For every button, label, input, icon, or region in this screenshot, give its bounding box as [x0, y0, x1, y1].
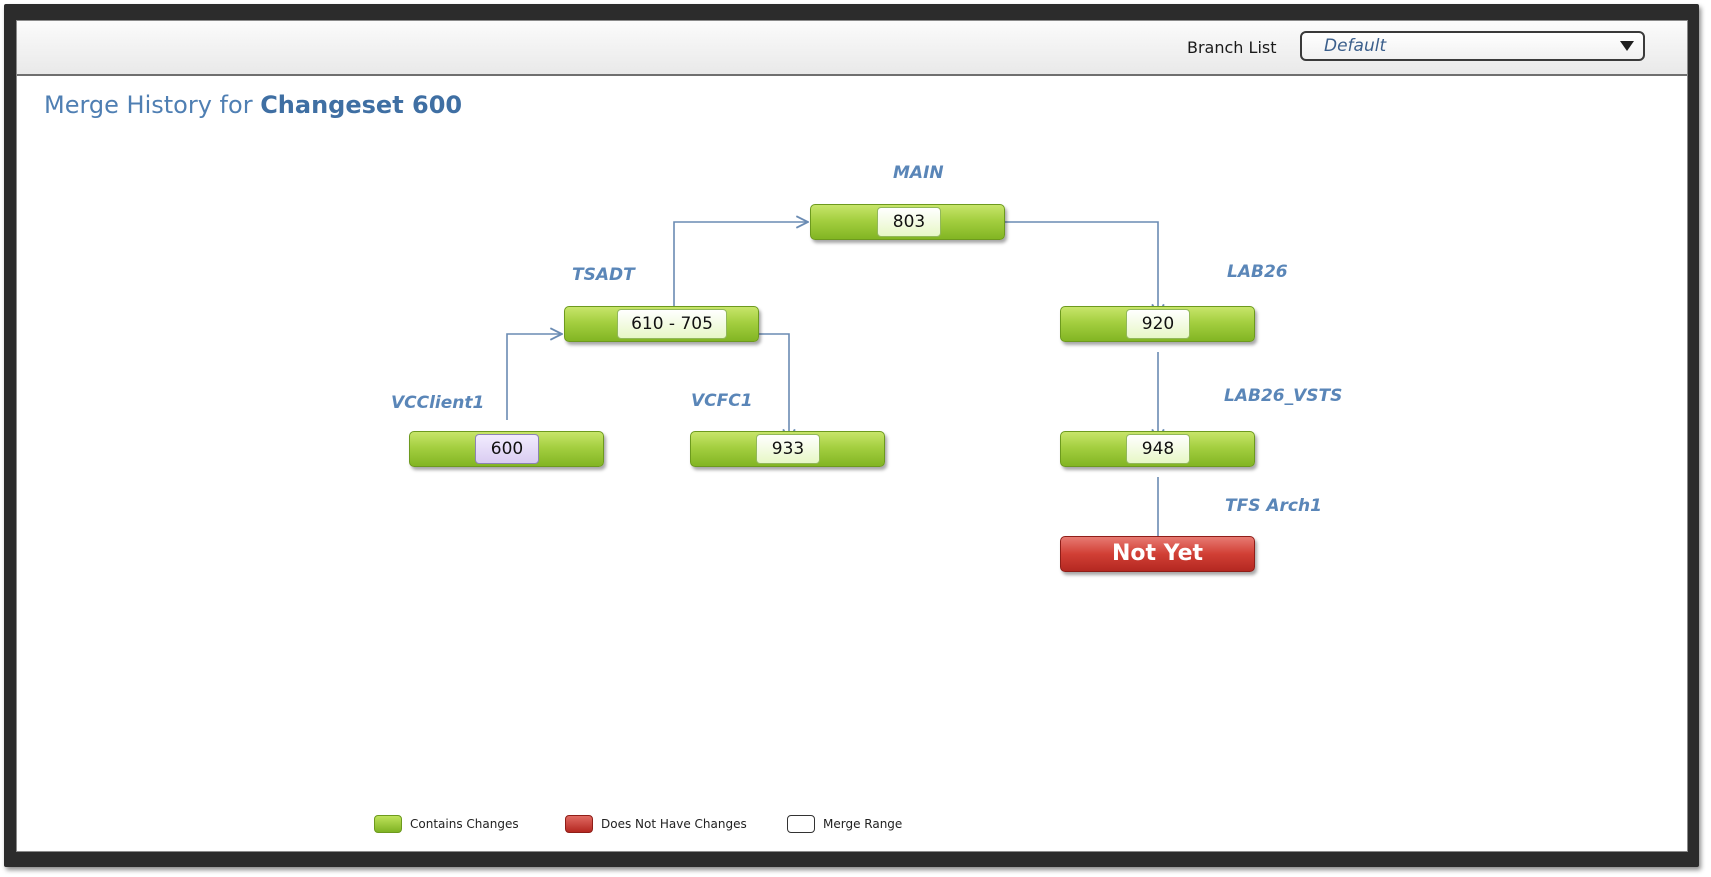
connector-tsadt-to-vcfc1: [759, 333, 789, 441]
merge-history-panel: Branch List Default Merge History for Ch…: [16, 20, 1688, 852]
branch-node-tsadt[interactable]: 610 - 705: [564, 306, 759, 342]
branch-name-lab26-vsts: LAB26_VSTS: [1224, 386, 1343, 406]
connector-vcclient1-to-tsadt: [506, 334, 562, 420]
connector-main-to-lab26: [1005, 221, 1158, 316]
branch-node-main[interactable]: 803: [810, 204, 1005, 240]
changeset-chip-vcfc1: 933: [756, 434, 820, 464]
branch-node-tfs-arch1[interactable]: Not Yet: [1060, 536, 1255, 572]
changeset-chip-vcclient1: 600: [475, 434, 539, 464]
legend-not-have-label: Does Not Have Changes: [601, 817, 747, 831]
legend-merge-range-label: Merge Range: [823, 817, 903, 831]
branch-name-vcclient1: VCClient1: [391, 393, 485, 413]
branch-name-vcfc1: VCFC1: [691, 391, 753, 411]
branch-name-tsadt: TSADT: [572, 265, 635, 285]
legend-merge-range: Merge Range: [787, 813, 927, 837]
changeset-chip-lab26-vsts: 948: [1126, 434, 1190, 464]
legend-white-swatch: [787, 815, 815, 833]
changeset-chip-lab26: 920: [1126, 309, 1190, 339]
branch-name-main: MAIN: [893, 163, 944, 183]
legend-red-swatch: [565, 815, 593, 833]
branch-name-tfs-arch1: TFS Arch1: [1225, 496, 1322, 516]
legend-does-not-have-changes: Does Not Have Changes: [565, 813, 765, 837]
legend-green-swatch: [374, 815, 402, 833]
legend-contains-label: Contains Changes: [410, 817, 519, 831]
branch-node-vcclient1[interactable]: 600: [409, 431, 604, 467]
branch-node-lab26[interactable]: 920: [1060, 306, 1255, 342]
branch-name-lab26: LAB26: [1227, 262, 1288, 282]
branch-node-lab26-vsts[interactable]: 948: [1060, 431, 1255, 467]
changeset-chip-tsadt: 610 - 705: [617, 309, 727, 339]
branch-node-vcfc1[interactable]: 933: [690, 431, 885, 467]
not-yet-label: Not Yet: [1111, 541, 1204, 566]
changeset-chip-main: 803: [877, 207, 941, 237]
legend-contains-changes: Contains Changes: [374, 813, 534, 837]
